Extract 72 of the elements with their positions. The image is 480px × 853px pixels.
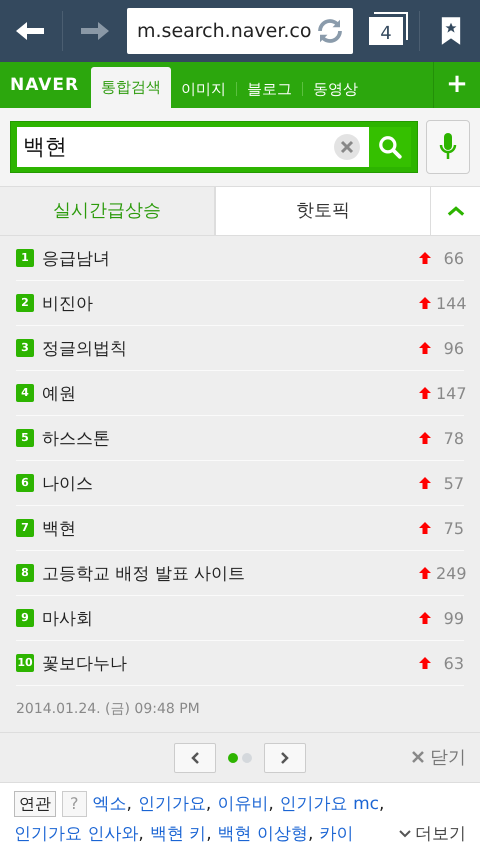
page-dot[interactable] <box>242 752 252 762</box>
rank-badge: 9 <box>16 609 34 627</box>
up-arrow-icon <box>418 611 432 625</box>
rank-change: 96 <box>442 338 464 358</box>
close-button[interactable]: 닫기 <box>412 745 466 769</box>
forward-icon[interactable] <box>79 19 111 43</box>
chevron-right-icon <box>280 750 290 764</box>
keyword-link[interactable]: 꽃보다누나 <box>42 652 418 674</box>
keyword-link[interactable]: 정글의법칙 <box>42 336 418 360</box>
address-field[interactable]: m.search.naver.co <box>127 8 353 54</box>
keyword-link[interactable]: 인기가요 인사와, <box>14 821 144 847</box>
refresh-icon[interactable] <box>315 16 345 46</box>
rank-badge: 7 <box>16 519 34 537</box>
rank-change: 249 <box>436 564 464 582</box>
keyword-link[interactable]: 예원 <box>42 382 418 404</box>
rank-badge: 10 <box>16 654 34 672</box>
rank-change: 66 <box>442 248 464 268</box>
keyword-link[interactable]: 카이 <box>319 821 354 847</box>
microphone-icon <box>438 132 458 162</box>
rank-badge: 4 <box>16 384 34 402</box>
tabs-button[interactable]: 4 <box>369 17 403 45</box>
keyword-link[interactable]: 엑소, <box>92 791 132 817</box>
keyword-link[interactable]: 비진아 <box>42 292 418 314</box>
up-arrow-icon <box>418 341 432 355</box>
rank-change: 144 <box>436 294 464 312</box>
page-dot[interactable] <box>228 752 238 762</box>
up-arrow-icon <box>418 476 432 490</box>
chevron-up-icon <box>446 205 464 217</box>
rank-change: 75 <box>442 518 464 538</box>
search-icon <box>377 134 403 160</box>
rank-change: 78 <box>442 428 464 448</box>
keyword-link[interactable]: 마사회 <box>42 606 418 630</box>
up-arrow-icon <box>418 521 432 535</box>
rank-badge: 8 <box>16 564 34 582</box>
keyword-link[interactable]: 나이스 <box>42 472 418 494</box>
chevron-left-icon <box>190 750 200 764</box>
next-button[interactable] <box>264 742 306 772</box>
rank-change: 63 <box>442 654 464 672</box>
up-arrow-icon <box>418 386 432 400</box>
close-icon <box>412 751 424 763</box>
up-arrow-icon <box>418 566 432 580</box>
rank-badge: 2 <box>16 294 34 312</box>
back-icon[interactable] <box>14 19 46 43</box>
chevron-down-icon <box>398 829 412 839</box>
rank-change: 57 <box>442 474 464 492</box>
keyword-link[interactable]: 인기가요 mc, <box>280 791 384 817</box>
keyword-link[interactable]: 인기가요, <box>138 791 212 817</box>
previous-button[interactable] <box>174 742 216 772</box>
keyword-link[interactable]: 백현 이상형, <box>218 821 314 847</box>
rank-change: 147 <box>436 384 464 402</box>
related-label: 연관 <box>14 791 56 817</box>
keyword-link[interactable]: 하스스톤 <box>42 426 418 450</box>
keyword-link[interactable]: 고등학교 배정 발표 사이트 <box>42 562 418 584</box>
up-arrow-icon <box>418 251 432 265</box>
voice-search-button[interactable] <box>426 120 470 174</box>
up-arrow-icon <box>418 656 432 670</box>
more-button[interactable]: 더보기 <box>398 821 466 847</box>
up-arrow-icon <box>418 431 432 445</box>
up-arrow-icon <box>418 296 432 310</box>
keyword-link[interactable]: 백현 키, <box>150 821 212 847</box>
bookmark-icon[interactable] <box>440 15 462 47</box>
keyword-link[interactable]: 응급남녀 <box>42 246 418 270</box>
rank-badge: 3 <box>16 339 34 357</box>
keyword-link[interactable]: 백현 <box>42 516 418 540</box>
rank-badge: 1 <box>16 249 34 267</box>
search-button[interactable] <box>369 127 411 167</box>
rank-badge: 5 <box>16 429 34 447</box>
keyword-link[interactable]: 이유비, <box>217 791 274 817</box>
clear-icon[interactable] <box>325 127 369 167</box>
rank-change: 99 <box>442 608 464 628</box>
rank-badge: 6 <box>16 474 34 492</box>
search-field[interactable]: 백현 <box>10 121 418 173</box>
